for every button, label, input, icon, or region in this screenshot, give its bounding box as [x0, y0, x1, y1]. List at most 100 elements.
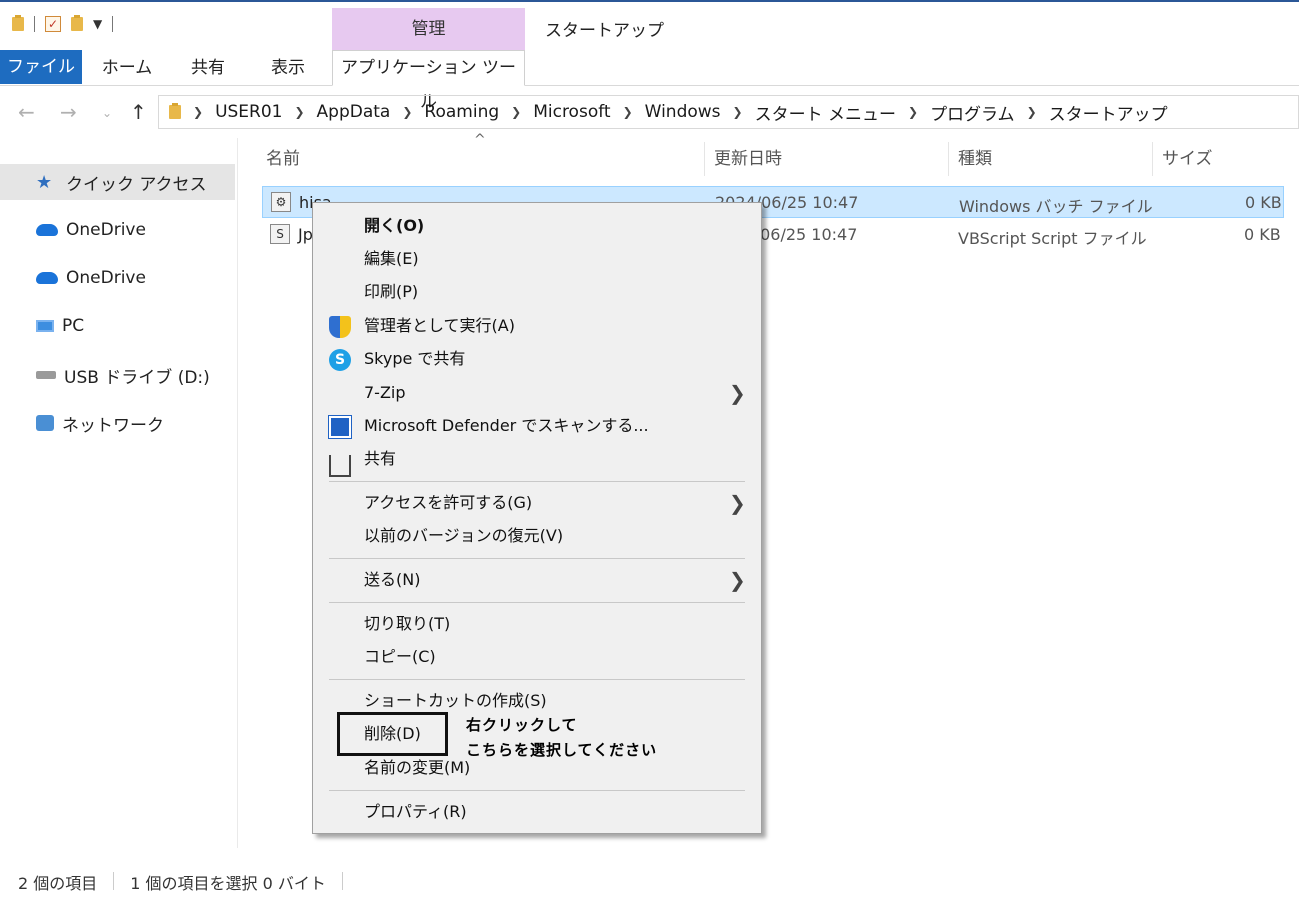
- menu-item-run-as-admin[interactable]: 管理者として実行(A): [313, 310, 761, 342]
- menu-item-7zip[interactable]: 7-Zip ❯: [313, 377, 761, 409]
- item-count: 2 個の項目: [18, 874, 98, 893]
- column-header-name[interactable]: 名前: [266, 142, 300, 176]
- sidebar-item-label: OneDrive: [66, 268, 146, 288]
- toolbar-divider: [34, 16, 35, 32]
- quick-access-toolbar: ✓ ▼: [12, 15, 114, 32]
- breadcrumb-chevron-icon[interactable]: ❯: [623, 105, 633, 119]
- menu-divider: [329, 558, 745, 559]
- tab-view[interactable]: 表示: [262, 52, 314, 84]
- menu-item-restore-versions[interactable]: 以前のバージョンの復元(V): [313, 520, 761, 552]
- recent-locations-chevron-icon[interactable]: ⌄: [102, 106, 112, 120]
- column-divider[interactable]: [1152, 142, 1153, 176]
- breadcrumb-microsoft[interactable]: Microsoft: [533, 102, 610, 122]
- cloud-icon: [36, 272, 58, 284]
- status-divider: [341, 872, 343, 890]
- breadcrumb-chevron-icon[interactable]: ❯: [193, 105, 203, 119]
- menu-item-give-access[interactable]: アクセスを許可する(G) ❯: [313, 487, 761, 519]
- computer-icon: [36, 320, 54, 332]
- breadcrumb-chevron-icon[interactable]: ❯: [402, 105, 412, 119]
- file-type: Windows バッチ ファイル: [959, 197, 1153, 216]
- menu-item-properties[interactable]: プロパティ(R): [313, 796, 761, 828]
- menu-divider: [329, 602, 745, 603]
- breadcrumb-user01[interactable]: USER01: [215, 102, 282, 122]
- breadcrumb-chevron-icon[interactable]: ❯: [511, 105, 521, 119]
- breadcrumb-startup[interactable]: スタートアップ: [1049, 100, 1168, 125]
- breadcrumb-chevron-icon[interactable]: ❯: [294, 105, 304, 119]
- window-title: スタートアップ: [545, 21, 664, 41]
- menu-item-copy[interactable]: コピー(C): [313, 641, 761, 673]
- tab-file[interactable]: ファイル: [0, 50, 82, 84]
- menu-item-share[interactable]: 共有: [313, 443, 761, 477]
- tab-home[interactable]: ホーム: [98, 52, 156, 84]
- submenu-chevron-icon: ❯: [729, 568, 746, 592]
- breadcrumb-appdata[interactable]: AppData: [317, 102, 391, 122]
- sidebar-item-label: OneDrive: [66, 220, 146, 240]
- menu-item-defender-scan[interactable]: Microsoft Defender でスキャンする...: [313, 410, 761, 442]
- submenu-chevron-icon: ❯: [729, 381, 746, 405]
- sidebar-item-onedrive[interactable]: OneDrive: [0, 212, 235, 248]
- menu-item-label: 送る(N): [364, 570, 421, 589]
- new-folder-icon[interactable]: [71, 15, 83, 31]
- menu-divider: [329, 790, 745, 791]
- tab-application-tools[interactable]: アプリケーション ツール: [332, 50, 525, 112]
- file-size: 0 KB: [1244, 225, 1281, 244]
- breadcrumb-chevron-icon[interactable]: ❯: [1027, 105, 1037, 119]
- manage-context-tab[interactable]: 管理: [332, 8, 525, 50]
- delete-highlight-box: [337, 712, 448, 756]
- batch-file-icon: ⚙: [271, 192, 291, 212]
- forward-arrow-icon[interactable]: →: [60, 100, 77, 124]
- column-divider[interactable]: [948, 142, 949, 176]
- star-icon: ★: [36, 171, 53, 193]
- menu-item-label: 共有: [364, 449, 397, 468]
- breadcrumb-windows[interactable]: Windows: [645, 102, 721, 122]
- breadcrumb-start-menu[interactable]: スタート メニュー: [755, 100, 896, 125]
- customize-toolbar-dropdown-icon[interactable]: ▼: [93, 17, 102, 31]
- toolbar-divider: [112, 16, 114, 32]
- menu-divider: [329, 481, 745, 482]
- breadcrumb-chevron-icon[interactable]: ❯: [908, 105, 918, 119]
- menu-item-label: 管理者として実行(A): [364, 316, 515, 335]
- up-arrow-icon[interactable]: ↑: [130, 100, 147, 124]
- back-arrow-icon[interactable]: ←: [18, 100, 35, 124]
- menu-item-open[interactable]: 開く(O): [313, 210, 761, 242]
- sidebar-item-label: PC: [62, 316, 85, 336]
- menu-item-skype-share[interactable]: S Skype で共有: [313, 343, 761, 375]
- properties-check-icon[interactable]: ✓: [45, 16, 61, 32]
- sidebar-item-network[interactable]: ネットワーク: [0, 405, 235, 441]
- address-bar[interactable]: ❯ USER01 ❯ AppData ❯ Roaming ❯ Microsoft…: [158, 95, 1299, 129]
- sidebar-item-usb-drive[interactable]: USB ドライブ (D:): [0, 357, 235, 393]
- column-header-date[interactable]: 更新日時: [714, 142, 782, 176]
- column-header-size[interactable]: サイズ: [1162, 142, 1213, 176]
- column-header-type[interactable]: 種類: [958, 142, 992, 176]
- folder-icon[interactable]: [12, 15, 24, 31]
- file-size: 0 KB: [1245, 193, 1282, 212]
- breadcrumb-programs[interactable]: プログラム: [930, 100, 1015, 125]
- sidebar-item-label: クイック アクセス: [66, 174, 207, 195]
- network-icon: [36, 415, 54, 431]
- menu-divider: [329, 679, 745, 680]
- file-name: Jp: [298, 225, 313, 244]
- menu-item-cut[interactable]: 切り取り(T): [313, 608, 761, 640]
- cloud-icon: [36, 224, 58, 236]
- share-icon: [329, 455, 351, 477]
- file-type: VBScript Script ファイル: [958, 229, 1147, 248]
- sidebar-item-onedrive-2[interactable]: OneDrive: [0, 260, 235, 296]
- vbscript-file-icon: S: [270, 224, 290, 244]
- annotation-line-2: こちらを選択してください: [466, 741, 658, 759]
- status-bar: 2 個の項目 1 個の項目を選択 0 バイト: [18, 870, 343, 894]
- menu-item-print[interactable]: 印刷(P): [313, 276, 761, 308]
- submenu-chevron-icon: ❯: [729, 491, 746, 515]
- menu-item-label: 7-Zip: [364, 383, 406, 402]
- menu-item-label: アクセスを許可する(G): [364, 493, 533, 512]
- tab-share[interactable]: 共有: [184, 52, 232, 84]
- navigation-pane: ★ クイック アクセス OneDrive OneDrive PC USB ドライ…: [0, 138, 238, 848]
- breadcrumb-chevron-icon[interactable]: ❯: [733, 105, 743, 119]
- menu-item-send-to[interactable]: 送る(N) ❯: [313, 564, 761, 596]
- menu-item-edit[interactable]: 編集(E): [313, 243, 761, 275]
- ribbon-tabs: ファイル ホーム 共有 表示 アプリケーション ツール: [0, 50, 1299, 112]
- column-divider[interactable]: [704, 142, 705, 176]
- sidebar-item-pc[interactable]: PC: [0, 308, 235, 344]
- breadcrumb-roaming[interactable]: Roaming: [424, 102, 499, 122]
- sidebar-item-quick-access[interactable]: ★ クイック アクセス: [0, 164, 235, 200]
- menu-item-label: Skype で共有: [364, 349, 466, 368]
